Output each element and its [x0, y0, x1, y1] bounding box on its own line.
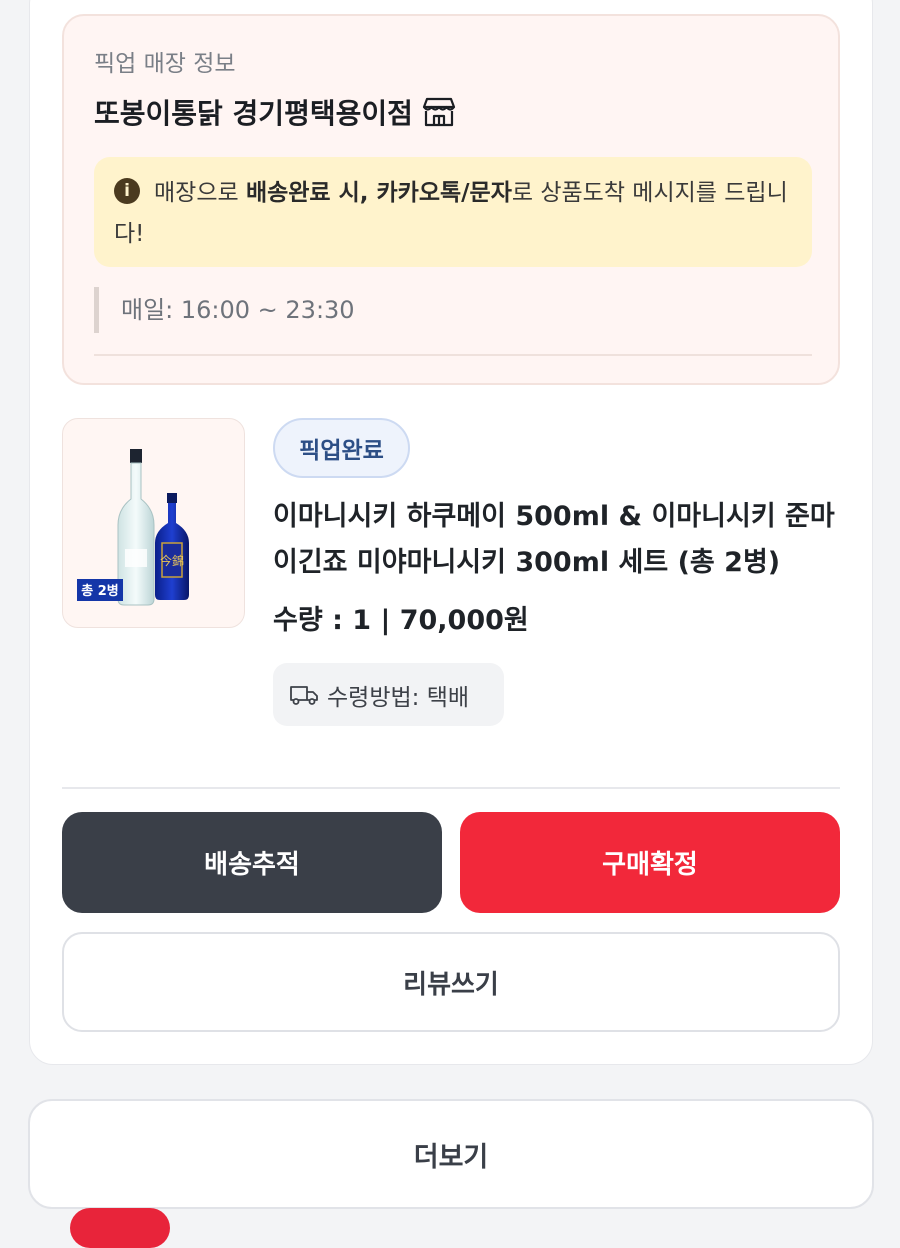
- notice-text-emphasis: 배송완료 시, 카카오톡/문자: [245, 180, 512, 206]
- store-row: 또봉이통닭 경기평택용이점: [94, 92, 457, 132]
- quantity-price: 수량 : 1 | 70,000원: [273, 605, 529, 636]
- product-name[interactable]: 이마니시키 하쿠메이 500ml & 이마니시키 준마이긴죠 미야마니시키 30…: [273, 494, 843, 586]
- store-name: 또봉이통닭 경기평택용이점: [94, 97, 413, 130]
- thumbnail-badge: 총 2병: [81, 583, 119, 599]
- receive-method-label: 수령방법: 택배: [327, 684, 470, 711]
- status-badge: 픽업완료: [273, 418, 410, 478]
- pickup-notice: i 매장으로 배송완료 시, 카카오톡/문자로 상품도착 메시지를 드립니다!: [94, 157, 812, 267]
- write-review-button[interactable]: 리뷰쓰기: [62, 932, 840, 1032]
- pickup-divider: [94, 354, 812, 356]
- info-icon: i: [114, 177, 140, 204]
- pickup-store-info: 픽업 매장 정보 또봉이통닭 경기평택용이점 i 매장으로 배송완료 시, 카카오…: [62, 14, 840, 385]
- product-thumbnail[interactable]: 今錦 총 2병: [62, 418, 245, 628]
- store-hours: 매일: 16:00 ~ 23:30: [94, 287, 355, 333]
- truck-icon: [290, 685, 318, 705]
- track-delivery-button[interactable]: 배송추적: [62, 812, 442, 913]
- receive-method-chip: 수령방법: 택배: [273, 663, 504, 726]
- load-more-button[interactable]: 더보기: [28, 1099, 874, 1209]
- pickup-section-label: 픽업 매장 정보: [94, 51, 236, 77]
- floating-button-peek[interactable]: [70, 1208, 170, 1248]
- notice-text-1: 매장으로: [154, 180, 246, 206]
- sake-bottles-image: 今錦 총 2병: [77, 449, 189, 606]
- svg-text:今錦: 今錦: [160, 553, 184, 568]
- store-icon: [422, 97, 455, 127]
- section-divider: [62, 787, 840, 789]
- confirm-purchase-button[interactable]: 구매확정: [460, 812, 840, 913]
